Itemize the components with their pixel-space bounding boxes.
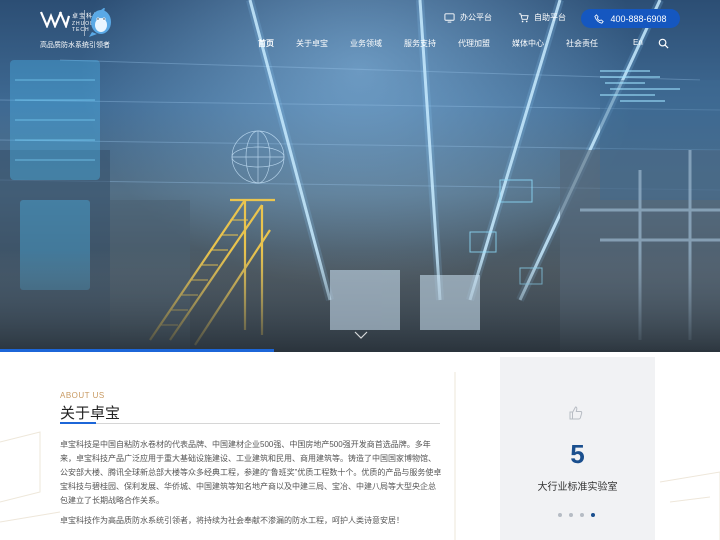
nav-franchise[interactable]: 代理加盟 [458, 38, 490, 49]
nav-responsibility[interactable]: 社会责任 [566, 38, 598, 49]
nav-media[interactable]: 媒体中心 [512, 38, 544, 49]
nav-business[interactable]: 业务领域 [350, 38, 382, 49]
nav-support[interactable]: 服务支持 [404, 38, 436, 49]
office-platform-link[interactable]: 办公平台 [444, 12, 492, 23]
search-icon[interactable] [658, 38, 669, 49]
office-platform-label: 办公平台 [460, 13, 492, 22]
cart-icon [518, 13, 529, 23]
phone-icon [594, 13, 605, 24]
self-service-link[interactable]: 自助平台 [518, 12, 566, 23]
logo-mark-icon [40, 11, 70, 28]
about-title-rule [60, 422, 440, 424]
globe-graphic [231, 130, 285, 184]
hero-banner: 卓宝科技 ZHUOBAO TECH 高品质防水系统引领者 办公平台 自助平台 4… [0, 0, 720, 352]
about-title: 关于卓宝 [60, 405, 121, 422]
about-paragraph-2: 卓宝科技作为高品质防水系统引领者，将持续为社会奉献不渗漏的防水工程，呵护人类诗意… [60, 516, 404, 525]
stat-value: 5 [570, 439, 585, 469]
monitor-icon [444, 13, 455, 23]
about-section: ABOUT US 关于卓宝 卓宝科技是中国自粘防水卷材的代表品牌、中国建材企业5… [0, 352, 720, 540]
about-description: 卓宝科技是中国自粘防水卷材的代表品牌、中国建材企业500强、中国房地产500强开… [60, 438, 442, 534]
carousel-dots [558, 513, 595, 517]
language-switch[interactable]: En [633, 38, 643, 47]
carousel-dot[interactable] [569, 513, 573, 517]
hotline-button[interactable]: 400-888-6908 [581, 9, 680, 28]
main-nav: 首页 关于卓宝 业务领域 服务支持 代理加盟 媒体中心 社会责任 En [0, 38, 720, 52]
dolphin-mascot-icon [89, 8, 111, 37]
stat-card: 5 大行业标准实验室 [500, 357, 655, 540]
about-title-accent [60, 422, 96, 424]
about-subtitle: ABOUT US [60, 391, 105, 400]
about-paragraph-1: 卓宝科技是中国自粘防水卷材的代表品牌、中国建材企业500强、中国房地产500强开… [60, 440, 442, 505]
nav-about[interactable]: 关于卓宝 [296, 38, 328, 49]
carousel-dot[interactable] [558, 513, 562, 517]
thumbs-up-icon [569, 406, 583, 420]
factory-scene [0, 0, 720, 352]
nav-home[interactable]: 首页 [258, 38, 274, 49]
hotline-number: 400-888-6908 [610, 13, 667, 24]
carousel-dot[interactable] [580, 513, 584, 517]
stat-label: 大行业标准实验室 [537, 482, 618, 493]
self-service-label: 自助平台 [534, 13, 566, 22]
carousel-dot[interactable] [591, 513, 595, 517]
logo-divider [84, 10, 85, 36]
